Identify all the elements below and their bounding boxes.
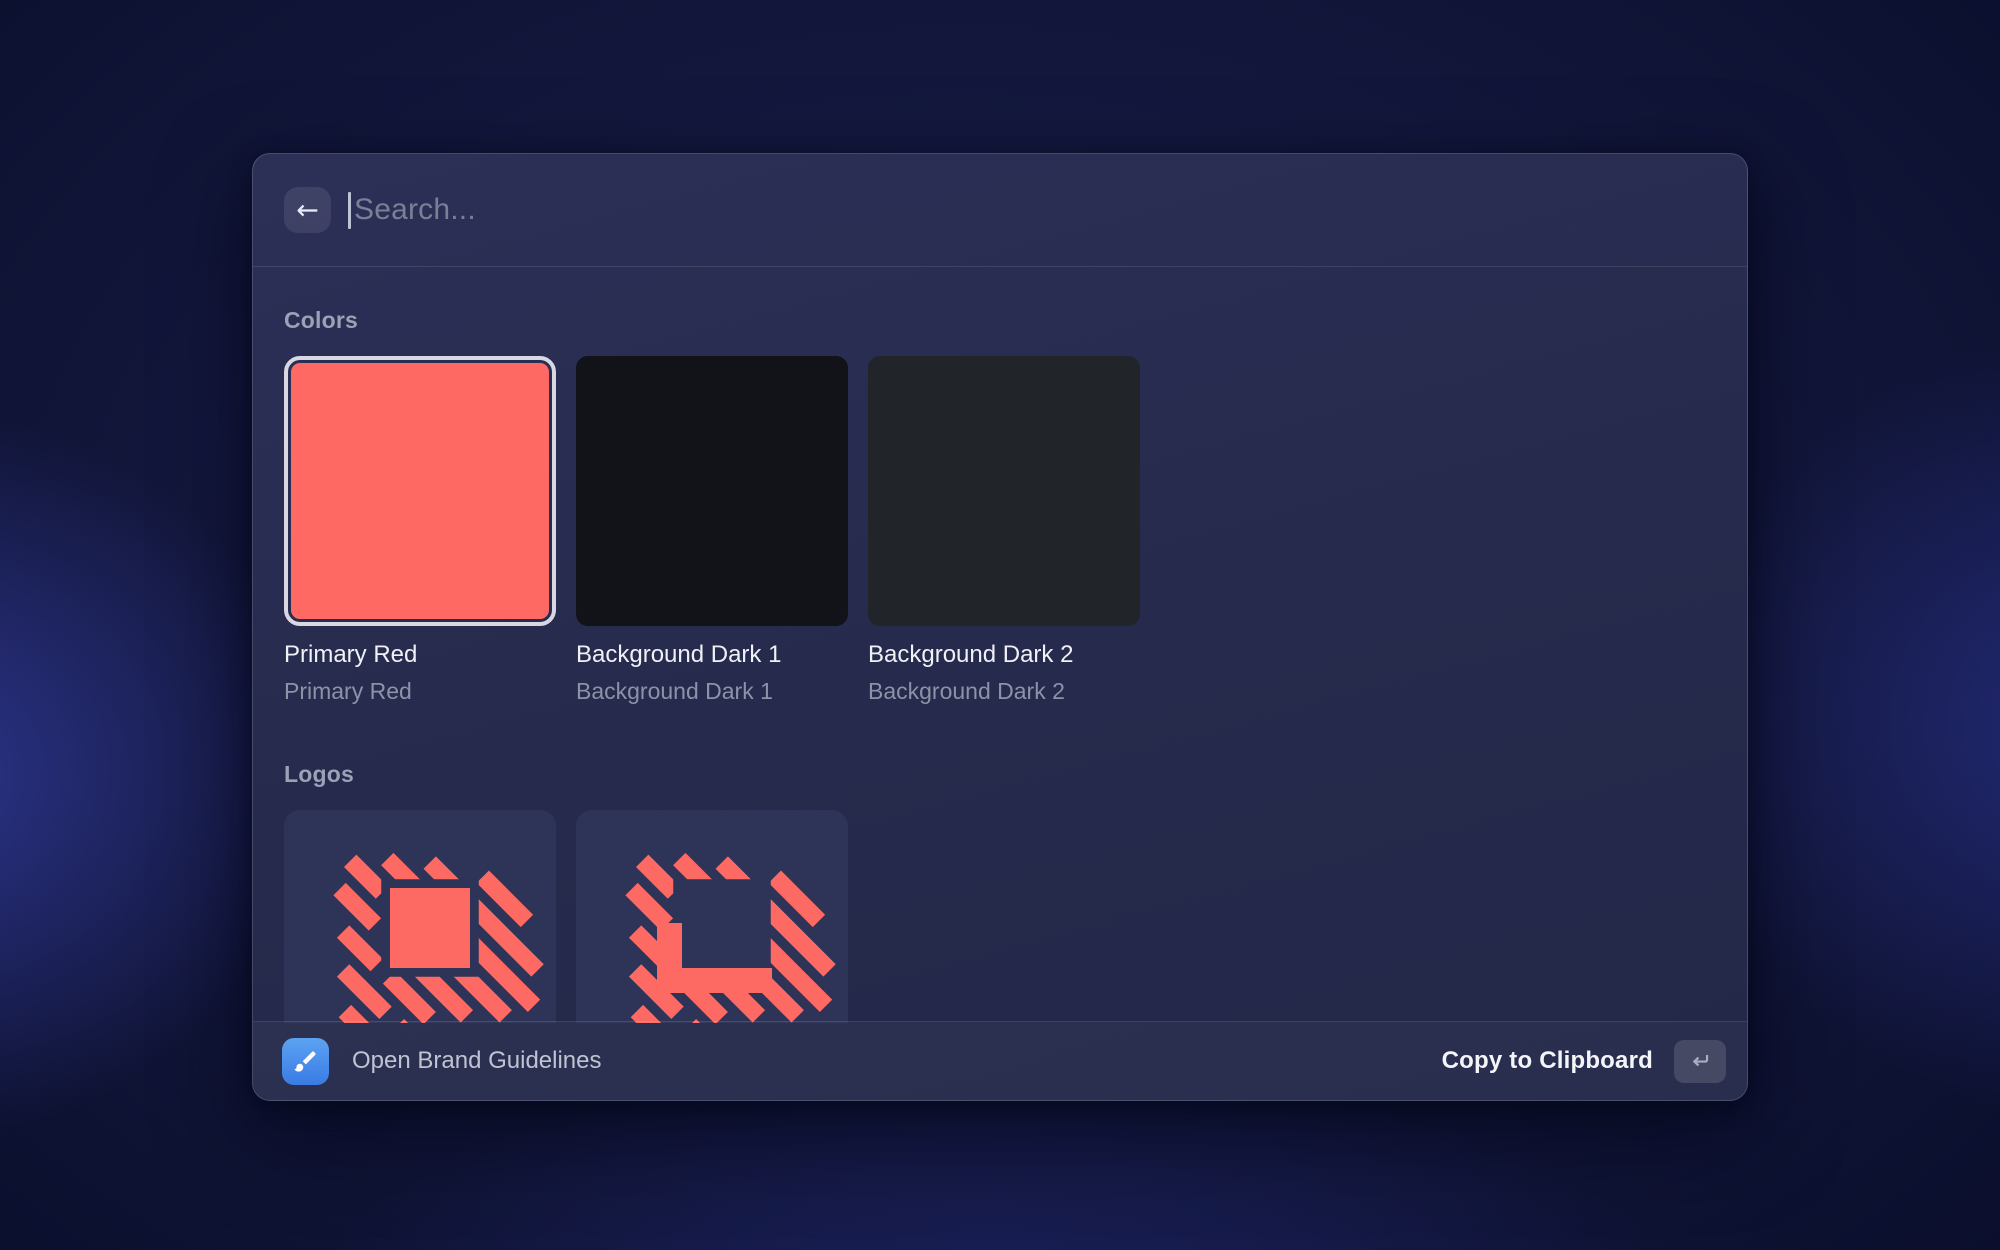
color-title: Background Dark 2: [868, 641, 1140, 669]
results-area: Colors Primary Red Primary Red Backgroun…: [253, 267, 1747, 1023]
desktop-background: ← Search... Colors Primary Red Primary R…: [0, 0, 2000, 1250]
brand-guidelines-app-icon: [282, 1038, 329, 1085]
color-swatch-selected: [284, 356, 556, 626]
swatch-fill-background-dark-1: [576, 356, 848, 626]
search-header: ← Search...: [253, 154, 1747, 266]
command-palette-window: ← Search... Colors Primary Red Primary R…: [252, 153, 1748, 1101]
logo-card-filled[interactable]: [284, 810, 556, 1023]
copy-to-clipboard-label: Copy to Clipboard: [1442, 1047, 1653, 1075]
logos-grid: [284, 810, 1716, 1023]
color-title: Background Dark 1: [576, 641, 848, 669]
action-bar: Open Brand Guidelines Copy to Clipboard: [253, 1021, 1747, 1100]
logo-mark-filled-icon: [295, 818, 545, 1023]
logo-mark-outline-icon: [587, 818, 837, 1023]
swatch-fill-background-dark-2: [868, 356, 1140, 626]
open-brand-guidelines-action[interactable]: Open Brand Guidelines: [282, 1038, 602, 1085]
enter-return-icon: [1687, 1048, 1713, 1074]
back-button[interactable]: ←: [284, 187, 331, 233]
color-subtitle: Background Dark 2: [868, 678, 1140, 705]
color-title: Primary Red: [284, 641, 556, 669]
color-card-primary-red[interactable]: Primary Red Primary Red: [284, 356, 556, 705]
back-arrow-icon: ←: [296, 197, 319, 224]
color-subtitle: Primary Red: [284, 678, 556, 705]
text-caret: [348, 192, 351, 229]
color-subtitle: Background Dark 1: [576, 678, 848, 705]
color-card-background-dark-2[interactable]: Background Dark 2 Background Dark 2: [868, 356, 1140, 705]
copy-to-clipboard-action[interactable]: Copy to Clipboard: [1442, 1040, 1726, 1083]
section-header-colors: Colors: [284, 307, 1716, 334]
section-header-logos: Logos: [284, 761, 1716, 788]
logo-card-outline[interactable]: [576, 810, 848, 1023]
enter-keycap: [1674, 1040, 1726, 1083]
paintbrush-icon: [292, 1048, 319, 1075]
color-card-background-dark-1[interactable]: Background Dark 1 Background Dark 1: [576, 356, 848, 705]
colors-grid: Primary Red Primary Red Background Dark …: [284, 356, 1716, 705]
open-brand-guidelines-label: Open Brand Guidelines: [352, 1047, 602, 1075]
swatch-fill-primary-red: [291, 363, 549, 619]
search-placeholder: Search...: [354, 193, 476, 227]
search-input[interactable]: Search...: [348, 154, 1716, 266]
